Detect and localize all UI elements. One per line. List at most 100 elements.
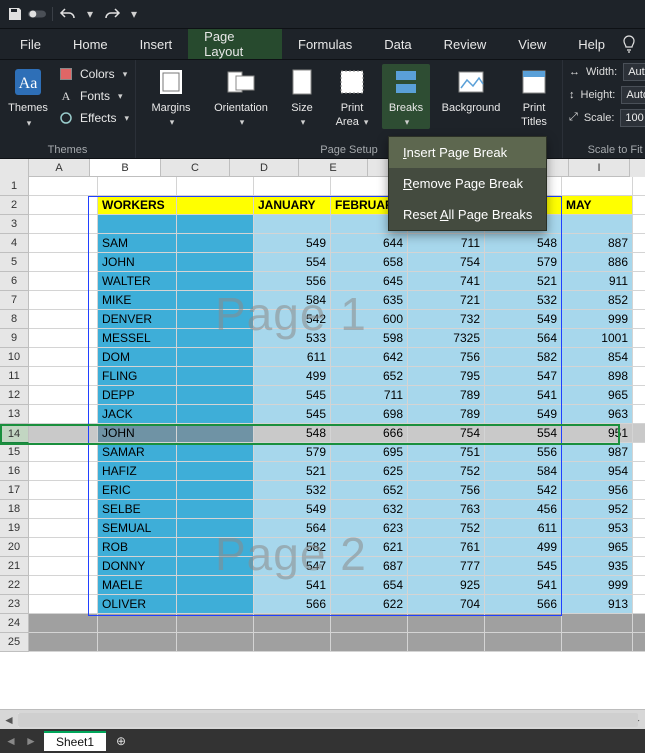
row-header[interactable]: 8	[0, 310, 29, 329]
cell[interactable]	[254, 614, 331, 633]
cell[interactable]: 556	[254, 272, 331, 291]
cell[interactable]: HAFIZ	[98, 462, 177, 481]
colhdr-A[interactable]: A	[29, 159, 90, 177]
cell[interactable]: 761	[408, 538, 485, 557]
cell[interactable]: SEMUAL	[98, 519, 177, 538]
row-header[interactable]: 2	[0, 196, 29, 215]
cell[interactable]: 549	[254, 234, 331, 253]
tab-page-layout[interactable]: Page Layout	[188, 29, 282, 59]
cell[interactable]: 632	[331, 500, 408, 519]
cell[interactable]: MIKE	[98, 291, 177, 310]
cell[interactable]	[633, 576, 645, 595]
cell[interactable]: ROB	[98, 538, 177, 557]
cell[interactable]: 564	[254, 519, 331, 538]
cell[interactable]: 925	[408, 576, 485, 595]
row-header[interactable]: 12	[0, 386, 29, 405]
cell[interactable]: 547	[254, 557, 331, 576]
cell[interactable]: 886	[562, 253, 633, 272]
cell[interactable]: 963	[562, 405, 633, 424]
cell[interactable]: 541	[254, 576, 331, 595]
cell[interactable]: 579	[485, 253, 562, 272]
menu-remove-page-break[interactable]: Remove Page Break	[389, 168, 546, 199]
cell[interactable]: 695	[331, 443, 408, 462]
cell[interactable]	[29, 177, 98, 196]
row-header[interactable]: 1	[0, 177, 29, 196]
cell[interactable]	[633, 595, 645, 614]
cell[interactable]	[29, 405, 98, 424]
cell[interactable]: 666	[331, 424, 408, 443]
cell[interactable]	[633, 329, 645, 348]
cell[interactable]	[29, 500, 98, 519]
row-header[interactable]: 6	[0, 272, 29, 291]
cell[interactable]	[562, 177, 633, 196]
cell[interactable]: 911	[562, 272, 633, 291]
cell[interactable]: SELBE	[98, 500, 177, 519]
cell[interactable]: 965	[562, 386, 633, 405]
cell[interactable]: 645	[331, 272, 408, 291]
cell[interactable]	[98, 215, 177, 234]
cell[interactable]: 545	[254, 386, 331, 405]
cell[interactable]: 521	[254, 462, 331, 481]
cell[interactable]: 547	[485, 367, 562, 386]
menu-reset-all-page-breaks[interactable]: Reset All Page Breaks	[389, 199, 546, 230]
cell[interactable]	[408, 614, 485, 633]
cell[interactable]: 545	[485, 557, 562, 576]
cell[interactable]	[29, 633, 98, 652]
cell[interactable]: 652	[331, 481, 408, 500]
cell[interactable]	[177, 215, 254, 234]
cell[interactable]: 732	[408, 310, 485, 329]
cell[interactable]: 752	[408, 462, 485, 481]
cell[interactable]	[633, 253, 645, 272]
save-icon[interactable]	[6, 5, 24, 23]
cell[interactable]: 754	[408, 253, 485, 272]
column-headers[interactable]: A B C D E F G H I	[0, 159, 645, 177]
row-header[interactable]: 5	[0, 253, 29, 272]
cell[interactable]	[177, 519, 254, 538]
cell[interactable]	[485, 633, 562, 652]
cell[interactable]	[633, 500, 645, 519]
orientation-button[interactable]: Orientation▾	[208, 64, 274, 129]
row-header[interactable]: 19	[0, 519, 29, 538]
themes-button[interactable]: Aa Themes ▾	[6, 64, 50, 129]
scale-value[interactable]: 100	[620, 109, 645, 127]
cell[interactable]	[29, 272, 98, 291]
cell[interactable]	[29, 424, 98, 443]
cell[interactable]: 548	[485, 234, 562, 253]
cell[interactable]: 954	[562, 462, 633, 481]
cell[interactable]	[177, 633, 254, 652]
cell[interactable]: 642	[331, 348, 408, 367]
row-header[interactable]: 18	[0, 500, 29, 519]
cell[interactable]: 721	[408, 291, 485, 310]
cell[interactable]: 579	[254, 443, 331, 462]
row-header[interactable]: 16	[0, 462, 29, 481]
row-header[interactable]: 21	[0, 557, 29, 576]
cell[interactable]: 687	[331, 557, 408, 576]
height-value[interactable]: Auto	[621, 86, 645, 104]
cell[interactable]: 584	[254, 291, 331, 310]
cell[interactable]	[633, 196, 645, 215]
undo-icon[interactable]	[59, 5, 77, 23]
tab-view[interactable]: View	[502, 29, 562, 59]
tab-data[interactable]: Data	[368, 29, 427, 59]
background-button[interactable]: Background	[438, 64, 504, 115]
cell[interactable]	[633, 367, 645, 386]
effects-button[interactable]: Effects▾	[58, 110, 129, 126]
cell[interactable]	[177, 310, 254, 329]
scroll-left-icon[interactable]: ◄	[0, 711, 18, 729]
cell[interactable]: 611	[485, 519, 562, 538]
cell[interactable]	[633, 348, 645, 367]
cells-area[interactable]: Page 1 Page 2 12WORKERSJANUARYFEBRUARYMA…	[0, 177, 645, 729]
cell[interactable]	[29, 481, 98, 500]
cell[interactable]: WORKERS	[98, 196, 177, 215]
cell[interactable]: 541	[485, 386, 562, 405]
cell[interactable]	[633, 519, 645, 538]
qat-customize-icon[interactable]: ▾	[125, 5, 143, 23]
row-header[interactable]: 3	[0, 215, 29, 234]
cell[interactable]	[29, 386, 98, 405]
cell[interactable]: 611	[254, 348, 331, 367]
cell[interactable]: 635	[331, 291, 408, 310]
cell[interactable]: 554	[254, 253, 331, 272]
cell[interactable]: 1001	[562, 329, 633, 348]
cell[interactable]: 622	[331, 595, 408, 614]
cell[interactable]: WALTER	[98, 272, 177, 291]
